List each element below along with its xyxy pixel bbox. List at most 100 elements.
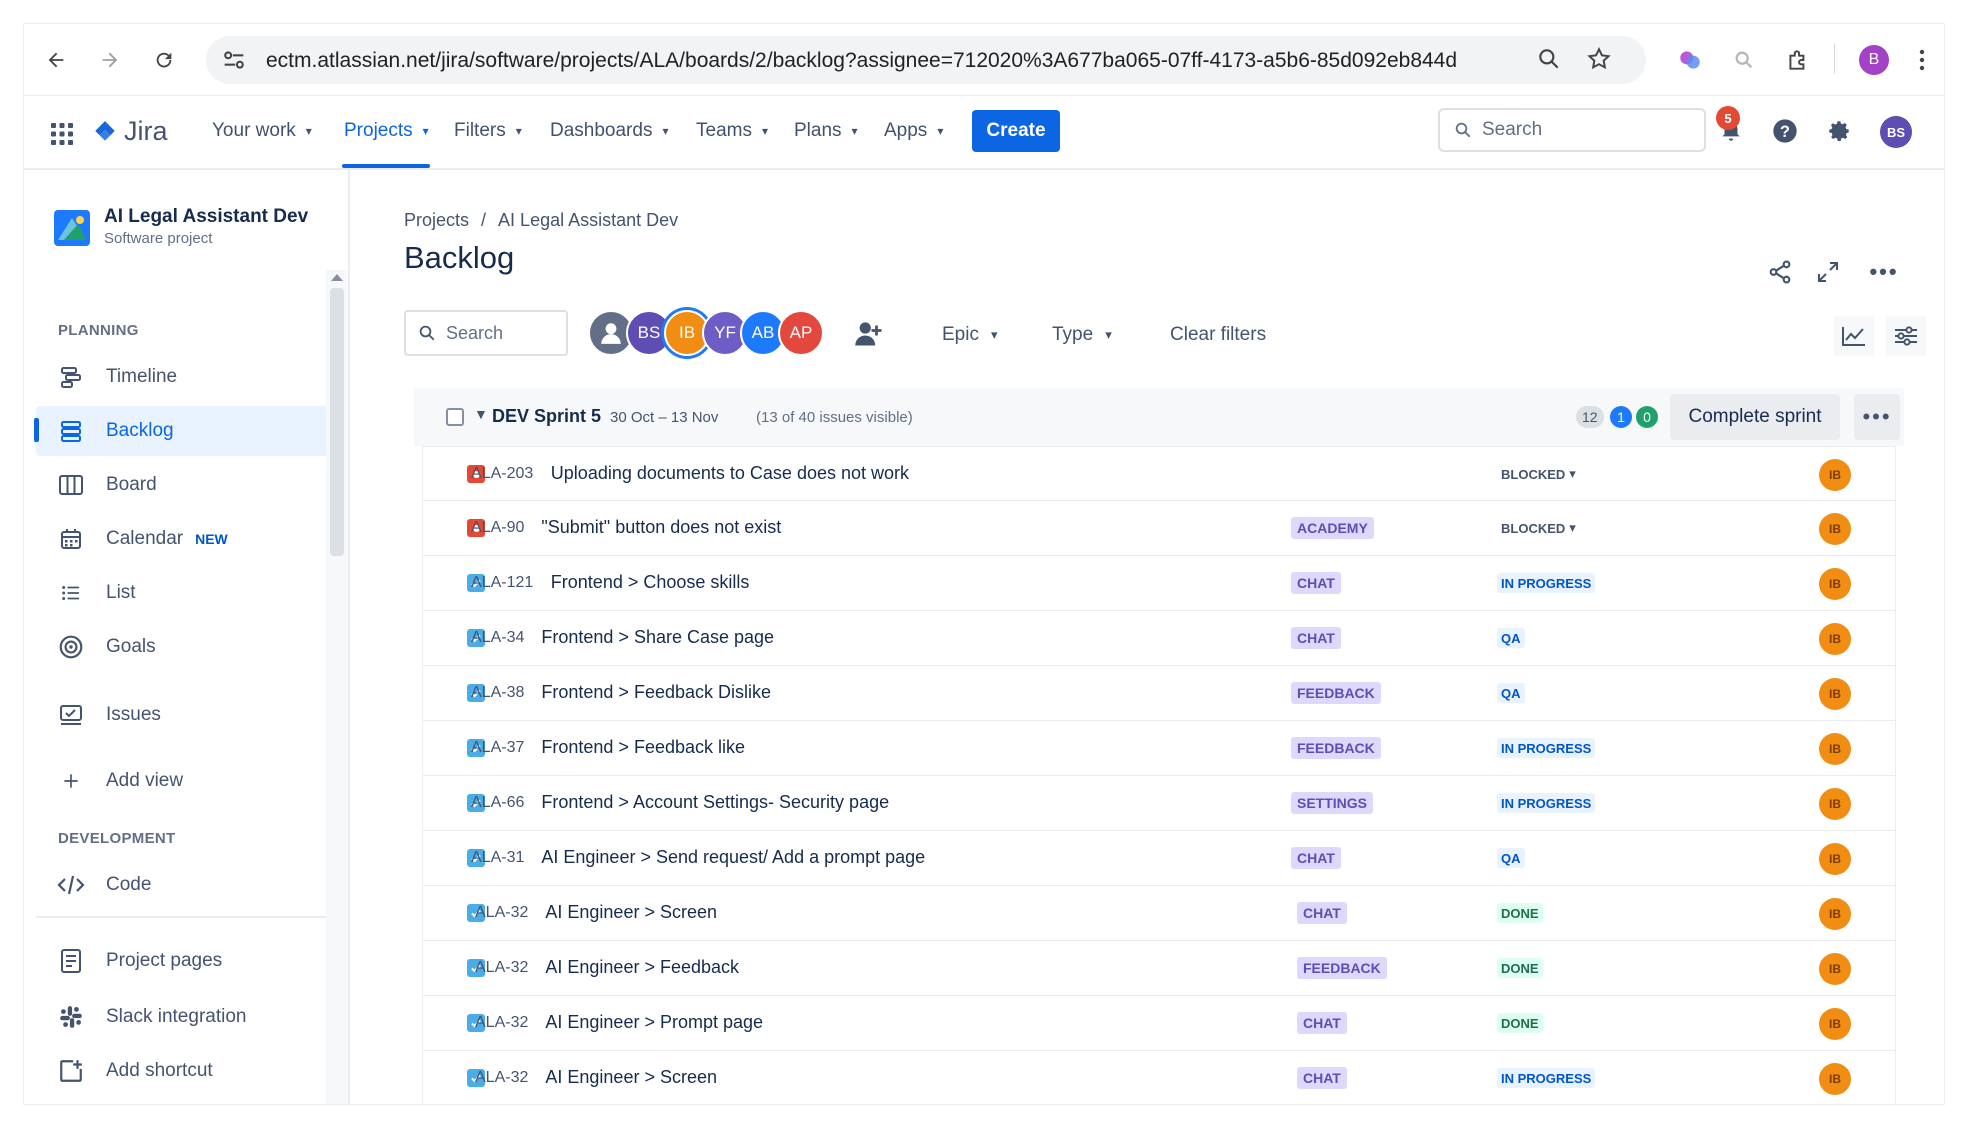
assignee-avatar[interactable]: IB: [1819, 788, 1851, 820]
issue-key[interactable]: ALA-38: [471, 684, 524, 702]
settings-gear-icon[interactable]: [1820, 112, 1858, 150]
assignee-avatar[interactable]: IB: [1819, 1063, 1851, 1095]
user-avatar[interactable]: BS: [1880, 116, 1912, 148]
assignee-avatar[interactable]: IB: [1819, 1008, 1851, 1040]
issue-key[interactable]: ALA-37: [471, 739, 524, 757]
status-lozenge[interactable]: QA: [1497, 683, 1525, 703]
assignee-avatar[interactable]: IB: [1819, 513, 1851, 545]
assignee-avatar[interactable]: IB: [1819, 953, 1851, 985]
breadcrumb-projects-link[interactable]: Projects: [404, 210, 469, 231]
sprint-select-checkbox[interactable]: [446, 408, 464, 426]
issue-summary[interactable]: Frontend > Feedback Dislike: [541, 682, 771, 703]
status-lozenge[interactable]: DONE: [1497, 1013, 1543, 1033]
issue-row[interactable]: ALA-32 AI Engineer > Screen CHAT DONE IB: [422, 886, 1896, 941]
issue-row[interactable]: ALA-37 Frontend > Feedback like FEEDBACK IN…: [422, 721, 1896, 776]
epic-lozenge[interactable]: ACADEMY: [1291, 517, 1374, 539]
epic-filter-dropdown[interactable]: Epic ▾: [942, 324, 998, 346]
issue-row[interactable]: ALA-32 AI Engineer > Prompt page CHAT DONE I…: [422, 996, 1896, 1051]
assignee-avatar[interactable]: IB: [1819, 678, 1851, 710]
sidebar-item-add-shortcut[interactable]: Add shortcut: [36, 1046, 332, 1096]
issue-summary[interactable]: "Submit" button does not exist: [541, 517, 781, 538]
issue-row[interactable]: ALA-31 AI Engineer > Send request/ Add a …: [422, 831, 1896, 886]
issue-row[interactable]: ALA-90 "Submit" button does not exist ACAD…: [422, 501, 1896, 556]
status-lozenge[interactable]: BLOCKED ▾: [1497, 464, 1580, 484]
url-text[interactable]: ectm.atlassian.net/jira/software/project…: [266, 49, 1457, 73]
sidebar-item-backlog[interactable]: Backlog: [36, 406, 332, 456]
breadcrumb-project-link[interactable]: AI Legal Assistant Dev: [498, 210, 678, 231]
create-button[interactable]: Create: [972, 110, 1060, 152]
issue-key[interactable]: ALA-32: [475, 904, 528, 922]
sprint-collapse-chevron-icon[interactable]: ▼: [474, 406, 488, 422]
clear-filters-button[interactable]: Clear filters: [1170, 324, 1266, 346]
app-switcher-icon[interactable]: [50, 122, 74, 151]
help-icon[interactable]: ?: [1766, 112, 1804, 150]
forward-icon[interactable]: [92, 42, 128, 78]
share-icon[interactable]: [1760, 252, 1800, 292]
jira-logo[interactable]: Jira: [92, 116, 168, 147]
site-settings-icon[interactable]: [220, 46, 248, 74]
epic-lozenge[interactable]: FEEDBACK: [1291, 737, 1381, 759]
issue-key[interactable]: ALA-121: [471, 574, 533, 592]
epic-lozenge[interactable]: CHAT: [1297, 1012, 1347, 1034]
sidebar-item-slack[interactable]: Slack integration: [36, 992, 332, 1042]
status-lozenge[interactable]: QA: [1497, 628, 1525, 648]
epic-lozenge[interactable]: FEEDBACK: [1297, 957, 1387, 979]
sprint-name[interactable]: DEV Sprint 5: [492, 406, 601, 427]
epic-lozenge[interactable]: CHAT: [1291, 572, 1341, 594]
issue-row[interactable]: ALA-121 Frontend > Choose skills CHAT IN PR…: [422, 556, 1896, 611]
more-actions-icon[interactable]: •••: [1864, 252, 1904, 292]
issue-summary[interactable]: AI Engineer > Send request/ Add a prompt…: [541, 847, 925, 868]
status-lozenge[interactable]: IN PROGRESS: [1497, 573, 1596, 593]
epic-lozenge[interactable]: CHAT: [1297, 1067, 1347, 1089]
sidebar-item-code[interactable]: Code: [36, 860, 332, 910]
nav-plans[interactable]: Plans ▾: [794, 120, 858, 142]
issue-key[interactable]: ALA-34: [471, 629, 524, 647]
issue-key[interactable]: ALA-90: [471, 519, 524, 537]
status-lozenge[interactable]: IN PROGRESS: [1497, 738, 1596, 758]
back-icon[interactable]: [38, 42, 74, 78]
status-lozenge[interactable]: BLOCKED ▾: [1497, 518, 1580, 538]
view-settings-icon[interactable]: [1886, 316, 1926, 356]
type-filter-dropdown[interactable]: Type ▾: [1052, 324, 1112, 346]
sidebar-scrollbar-thumb[interactable]: [330, 288, 344, 556]
issue-row[interactable]: ALA-34 Frontend > Share Case page CHAT QA IB: [422, 611, 1896, 666]
browser-menu-icon[interactable]: [1904, 42, 1940, 78]
complete-sprint-button[interactable]: Complete sprint: [1670, 394, 1840, 440]
assignee-avatar[interactable]: IB: [1819, 623, 1851, 655]
issue-summary[interactable]: AI Engineer > Prompt page: [545, 1012, 763, 1033]
issue-summary[interactable]: AI Engineer > Screen: [545, 902, 717, 923]
epic-lozenge[interactable]: SETTINGS: [1291, 792, 1374, 814]
nav-projects[interactable]: Projects ▾: [344, 120, 429, 142]
sidebar-item-project-pages[interactable]: Project pages: [36, 936, 332, 986]
status-lozenge[interactable]: DONE: [1497, 903, 1543, 923]
address-bar[interactable]: ectm.atlassian.net/jira/software/project…: [206, 36, 1646, 84]
nav-apps[interactable]: Apps ▾: [884, 120, 943, 142]
issue-summary[interactable]: Frontend > Account Settings- Security pa…: [541, 792, 889, 813]
issue-key[interactable]: ALA-66: [471, 794, 524, 812]
project-name[interactable]: AI Legal Assistant Dev: [104, 206, 308, 228]
issue-summary[interactable]: AI Engineer > Feedback: [545, 957, 739, 978]
assignee-avatar[interactable]: IB: [1819, 843, 1851, 875]
issue-row[interactable]: ALA-38 Frontend > Feedback Dislike FEEDBAC…: [422, 666, 1896, 721]
sidebar-item-goals[interactable]: Goals: [36, 622, 332, 672]
assignee-avatar[interactable]: IB: [1819, 733, 1851, 765]
issue-row[interactable]: ALA-203 Uploading documents to Case does …: [422, 446, 1896, 501]
issue-summary[interactable]: Frontend > Share Case page: [541, 627, 774, 648]
bookmark-star-icon[interactable]: [1586, 46, 1612, 77]
zoom-icon[interactable]: [1536, 46, 1562, 77]
issue-summary[interactable]: Frontend > Feedback like: [541, 737, 745, 758]
status-lozenge[interactable]: IN PROGRESS: [1497, 1068, 1596, 1088]
nav-your-work[interactable]: Your work ▾: [212, 120, 312, 142]
sprint-more-icon[interactable]: •••: [1854, 394, 1900, 440]
issue-row[interactable]: ALA-32 AI Engineer > Feedback FEEDBACK DONE…: [422, 941, 1896, 996]
expand-icon[interactable]: [1808, 252, 1848, 292]
scroll-up-arrow-icon[interactable]: [331, 274, 343, 281]
backlog-search-input[interactable]: Search: [404, 310, 568, 356]
assignee-avatar[interactable]: IB: [1819, 459, 1851, 491]
epic-lozenge[interactable]: CHAT: [1291, 627, 1341, 649]
assignee-avatar[interactable]: IB: [1819, 898, 1851, 930]
issue-row[interactable]: ALA-66 Frontend > Account Settings- Secur…: [422, 776, 1896, 831]
issue-summary[interactable]: AI Engineer > Screen: [545, 1067, 717, 1088]
reload-icon[interactable]: [146, 42, 182, 78]
extensions-puzzle-icon[interactable]: [1780, 42, 1816, 78]
